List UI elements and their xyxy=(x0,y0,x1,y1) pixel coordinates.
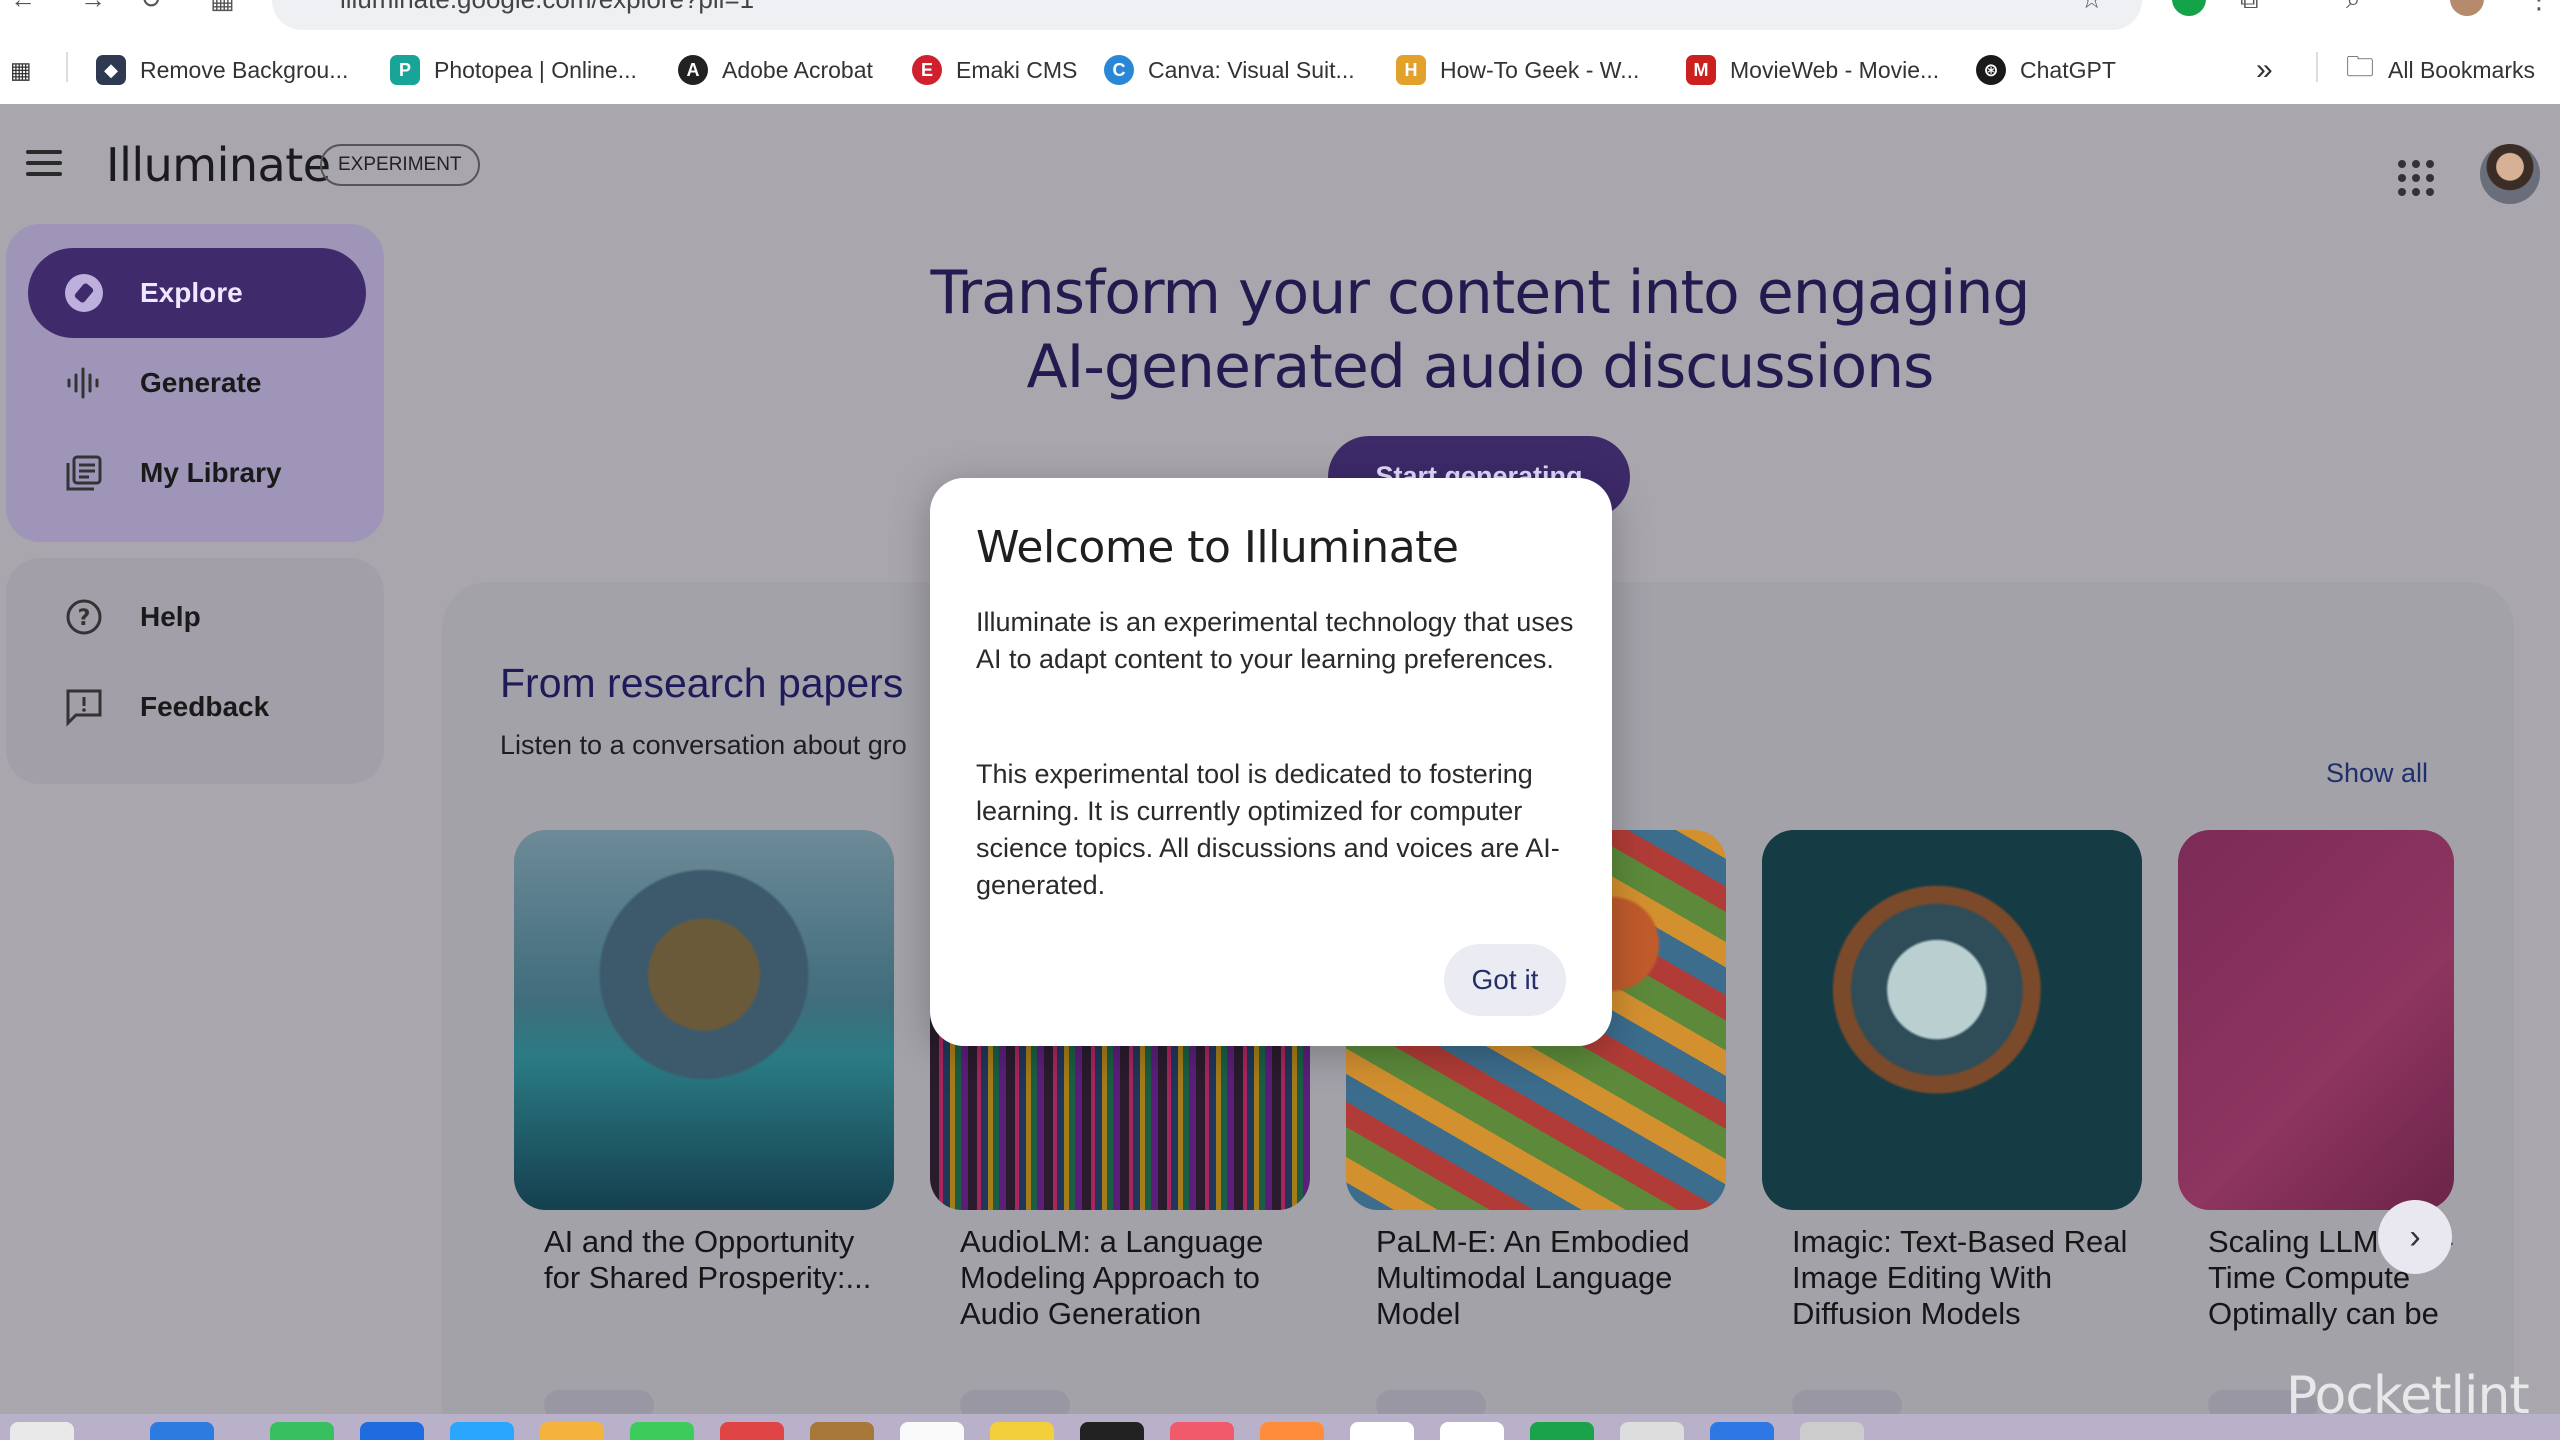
secondary-nav: ? Help Feedback xyxy=(6,558,384,784)
bookmark-star-icon[interactable]: ☆ xyxy=(2080,0,2103,15)
profile-avatar-icon[interactable] xyxy=(2450,0,2484,16)
bookmark-how-to-geek[interactable]: H How-To Geek - W... xyxy=(1396,50,1639,90)
nav-item-label: My Library xyxy=(140,457,282,488)
all-bookmarks-button[interactable]: 🗀 All Bookmarks xyxy=(2346,50,2535,90)
nav-item-help[interactable]: ? Help xyxy=(28,572,366,662)
dialog-paragraph: This experimental tool is dedicated to f… xyxy=(976,759,1560,900)
paper-title: AudioLM: a Language Modeling Approach to… xyxy=(960,1224,1264,1331)
dialog-paragraph: Illuminate is an experimental technology… xyxy=(976,607,1574,674)
paper-thumbnail xyxy=(2178,830,2454,1210)
got-it-button[interactable]: Got it xyxy=(1444,944,1566,1016)
bookmark-label: Canva: Visual Suit... xyxy=(1148,56,1355,83)
bookmark-remove-background[interactable]: ◆ Remove Backgrou... xyxy=(96,50,348,90)
paper-title: PaLM-E: An Embodied Multimodal Language … xyxy=(1376,1224,1690,1331)
photopea-icon: P xyxy=(390,55,420,85)
hero-line-1: Transform your content into engaging xyxy=(930,258,2031,328)
emaki-icon: E xyxy=(912,55,942,85)
menu-icon[interactable] xyxy=(26,150,62,176)
movieweb-icon: M xyxy=(1686,55,1716,85)
google-apps-icon[interactable] xyxy=(2398,160,2434,196)
compass-icon xyxy=(64,273,104,313)
url-text[interactable]: illuminate.google.com/explore?pli=1 xyxy=(340,0,754,15)
section-subtitle: Listen to a conversation about gro xyxy=(500,730,907,760)
bookmark-canva[interactable]: C Canva: Visual Suit... xyxy=(1104,50,1355,90)
feedback-icon xyxy=(64,687,104,727)
bookmark-label: Emaki CMS xyxy=(956,56,1078,83)
paper-title: Imagic: Text-Based Real Image Editing Wi… xyxy=(1792,1224,2128,1331)
hero-line-2: AI-generated audio discussions xyxy=(1026,332,1935,402)
remove-background-icon: ◆ xyxy=(96,55,126,85)
bookmark-label: Remove Backgrou... xyxy=(140,56,349,83)
paper-card[interactable]: Imagic: Text-Based Real Image Editing Wi… xyxy=(1762,830,2150,1430)
bookmarks-divider xyxy=(66,52,68,82)
carousel-next-button[interactable]: › xyxy=(2378,1200,2452,1274)
bookmarks-bar: ▦ ◆ Remove Backgrou... P Photopea | Onli… xyxy=(0,38,2560,98)
nav-item-explore[interactable]: Explore xyxy=(28,248,366,338)
browser-chrome: ← → ↻ ▦ illuminate.google.com/explore?pl… xyxy=(0,0,2560,104)
bookmark-label: Photopea | Online... xyxy=(434,56,637,83)
back-icon[interactable]: ← xyxy=(10,0,36,15)
bookmarks-overflow-icon[interactable]: » xyxy=(2256,50,2273,90)
app-title: Illuminate xyxy=(106,138,331,192)
apps-shortcut-icon[interactable]: ▦ xyxy=(10,50,32,90)
bookmark-photopea[interactable]: P Photopea | Online... xyxy=(390,50,637,90)
tab-search-icon[interactable]: ▦ xyxy=(210,0,235,15)
svg-text:?: ? xyxy=(78,606,91,631)
acrobat-icon: A xyxy=(678,55,708,85)
bookmark-emaki-cms[interactable]: E Emaki CMS xyxy=(912,50,1077,90)
paper-thumbnail xyxy=(1762,830,2142,1210)
nav-item-generate[interactable]: Generate xyxy=(28,338,366,428)
bookmark-label: MovieWeb - Movie... xyxy=(1730,56,1940,83)
forward-icon[interactable]: → xyxy=(80,0,106,15)
canva-icon: C xyxy=(1104,55,1134,85)
nav-item-label: Generate xyxy=(140,367,262,398)
nav-item-my-library[interactable]: My Library xyxy=(28,428,366,518)
hero-heading: Transform your content into engaging AI-… xyxy=(900,256,2060,404)
macos-dock xyxy=(0,1414,2560,1440)
paper-card[interactable]: Scaling LLM Test-Time Compute Optimally … xyxy=(2178,830,2458,1430)
bookmark-label: Adobe Acrobat xyxy=(722,56,873,83)
avatar[interactable] xyxy=(2480,144,2540,204)
help-icon: ? xyxy=(64,597,104,637)
chevron-right-icon: › xyxy=(2409,1217,2421,1256)
audio-wave-icon xyxy=(64,363,104,403)
all-bookmarks-label: All Bookmarks xyxy=(2388,56,2535,83)
grammarly-extension-icon[interactable] xyxy=(2172,0,2206,16)
nav-item-label: Feedback xyxy=(140,691,270,722)
dialog-title: Welcome to Illuminate xyxy=(976,522,1459,573)
paper-thumbnail xyxy=(514,830,894,1210)
pocketlint-watermark: Pocketlint xyxy=(2286,1366,2530,1426)
bookmark-label: How-To Geek - W... xyxy=(1440,56,1640,83)
bookmarks-divider xyxy=(2316,52,2318,82)
extensions-icon[interactable]: ⧉ xyxy=(2240,0,2259,16)
nav-item-label: Help xyxy=(140,601,201,632)
show-all-link[interactable]: Show all xyxy=(2326,758,2428,789)
bookmark-chatgpt[interactable]: ⊛ ChatGPT xyxy=(1976,50,2116,90)
library-icon xyxy=(64,453,104,493)
welcome-dialog: Welcome to Illuminate Illuminate is an e… xyxy=(930,478,1612,1046)
bookmark-label: ChatGPT xyxy=(2020,56,2116,83)
folder-icon: 🗀 xyxy=(2346,51,2375,82)
section-title: From research papers xyxy=(500,660,904,706)
reload-icon[interactable]: ↻ xyxy=(140,0,162,15)
bookmark-movieweb[interactable]: M MovieWeb - Movie... xyxy=(1686,50,1939,90)
how-to-geek-icon: H xyxy=(1396,55,1426,85)
bookmark-adobe-acrobat[interactable]: A Adobe Acrobat xyxy=(678,50,873,90)
paper-title: AI and the Opportunity for Shared Prospe… xyxy=(544,1224,872,1295)
paper-card[interactable]: AI and the Opportunity for Shared Prospe… xyxy=(514,830,902,1430)
primary-nav: Explore Generate My Library xyxy=(6,224,384,542)
nav-item-label: Explore xyxy=(140,277,243,308)
chatgpt-icon: ⊛ xyxy=(1976,55,2006,85)
nav-item-feedback[interactable]: Feedback xyxy=(28,662,366,752)
kebab-menu-icon[interactable]: ⋮ xyxy=(2526,0,2552,15)
experiment-badge: EXPERIMENT xyxy=(320,144,480,186)
reading-mode-icon[interactable]: ⌕ xyxy=(2346,0,2361,16)
